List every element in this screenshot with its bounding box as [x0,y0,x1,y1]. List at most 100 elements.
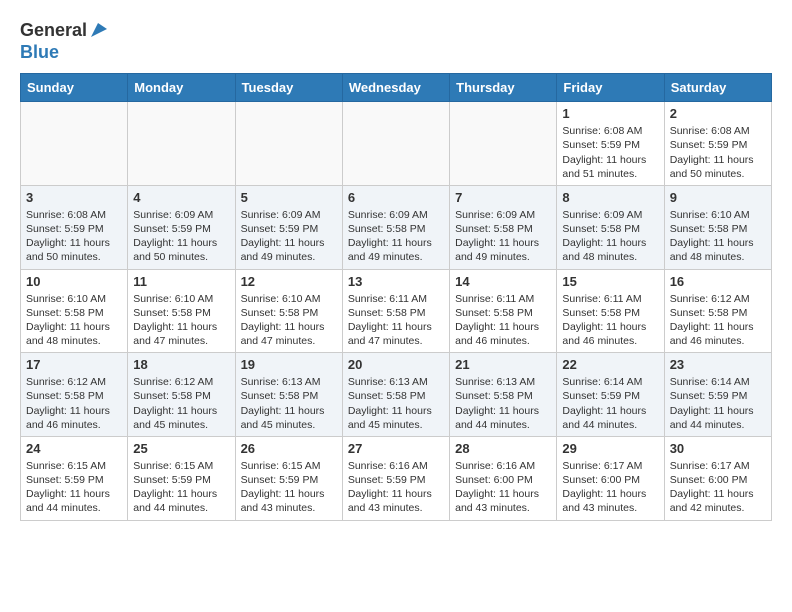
day-info: Sunrise: 6:08 AM Sunset: 5:59 PM Dayligh… [26,208,122,265]
calendar-cell: 20Sunrise: 6:13 AM Sunset: 5:58 PM Dayli… [342,353,449,437]
calendar-cell: 8 Sunrise: 6:09 AM Sunset: 5:58 PM Daylig… [557,185,664,269]
day-number: 1 [562,106,658,121]
logo: General Blue [20,20,107,63]
day-info: Sunrise: 6:15 AM Sunset: 5:59 PM Dayligh… [241,459,337,516]
day-info: Sunrise: 6:10 AM Sunset: 5:58 PM Dayligh… [26,292,122,349]
day-info: Sunrise: 6:09 AM Sunset: 5:58 PM Dayligh… [562,208,658,265]
weekday-header-tuesday: Tuesday [235,74,342,102]
day-number: 18 [133,357,229,372]
weekday-header-sunday: Sunday [21,74,128,102]
day-number: 7 [455,190,551,205]
day-number: 20 [348,357,444,372]
day-number: 13 [348,274,444,289]
day-info: Sunrise: 6:09 AM Sunset: 5:58 PM Dayligh… [348,208,444,265]
day-info: Sunrise: 6:17 AM Sunset: 6:00 PM Dayligh… [670,459,766,516]
calendar-cell: 25 Sunrise: 6:15 AM Sunset: 5:59 PM Dayli… [128,436,235,520]
header: General Blue [20,20,772,63]
calendar-week-row: 3 Sunrise: 6:08 AM Sunset: 5:59 PM Daylig… [21,185,772,269]
calendar-cell: 2 Sunrise: 6:08 AM Sunset: 5:59 PM Daylig… [664,102,771,186]
calendar-cell [342,102,449,186]
calendar-cell [128,102,235,186]
calendar-cell: 19Sunrise: 6:13 AM Sunset: 5:58 PM Dayli… [235,353,342,437]
calendar-cell: 14 Sunrise: 6:11 AM Sunset: 5:58 PM Dayli… [450,269,557,353]
calendar-cell: 26Sunrise: 6:15 AM Sunset: 5:59 PM Dayli… [235,436,342,520]
day-info: Sunrise: 6:10 AM Sunset: 5:58 PM Dayligh… [241,292,337,349]
day-number: 10 [26,274,122,289]
day-info: Sunrise: 6:09 AM Sunset: 5:59 PM Dayligh… [241,208,337,265]
day-info: Sunrise: 6:09 AM Sunset: 5:59 PM Dayligh… [133,208,229,265]
day-info: Sunrise: 6:16 AM Sunset: 5:59 PM Dayligh… [348,459,444,516]
day-info: Sunrise: 6:11 AM Sunset: 5:58 PM Dayligh… [348,292,444,349]
calendar-table: SundayMondayTuesdayWednesdayThursdayFrid… [20,73,772,520]
day-info: Sunrise: 6:11 AM Sunset: 5:58 PM Dayligh… [455,292,551,349]
calendar-cell: 21 Sunrise: 6:13 AM Sunset: 5:58 PM Dayli… [450,353,557,437]
day-info: Sunrise: 6:10 AM Sunset: 5:58 PM Dayligh… [133,292,229,349]
day-number: 15 [562,274,658,289]
day-info: Sunrise: 6:14 AM Sunset: 5:59 PM Dayligh… [670,375,766,432]
day-number: 24 [26,441,122,456]
day-info: Sunrise: 6:08 AM Sunset: 5:59 PM Dayligh… [670,124,766,181]
calendar-cell: 11 Sunrise: 6:10 AM Sunset: 5:58 PM Dayli… [128,269,235,353]
calendar-week-row: 17Sunrise: 6:12 AM Sunset: 5:58 PM Dayli… [21,353,772,437]
day-number: 23 [670,357,766,372]
weekday-header-row: SundayMondayTuesdayWednesdayThursdayFrid… [21,74,772,102]
calendar-cell: 27 Sunrise: 6:16 AM Sunset: 5:59 PM Dayli… [342,436,449,520]
day-number: 2 [670,106,766,121]
day-info: Sunrise: 6:13 AM Sunset: 5:58 PM Dayligh… [455,375,551,432]
calendar-cell: 16 Sunrise: 6:12 AM Sunset: 5:58 PM Dayli… [664,269,771,353]
calendar-cell: 12 Sunrise: 6:10 AM Sunset: 5:58 PM Dayli… [235,269,342,353]
calendar-cell: 22 Sunrise: 6:14 AM Sunset: 5:59 PM Dayli… [557,353,664,437]
day-number: 16 [670,274,766,289]
day-number: 3 [26,190,122,205]
day-info: Sunrise: 6:14 AM Sunset: 5:59 PM Dayligh… [562,375,658,432]
day-number: 5 [241,190,337,205]
day-number: 4 [133,190,229,205]
day-info: Sunrise: 6:10 AM Sunset: 5:58 PM Dayligh… [670,208,766,265]
day-number: 25 [133,441,229,456]
calendar-cell: 29 Sunrise: 6:17 AM Sunset: 6:00 PM Dayli… [557,436,664,520]
calendar-cell: 23 Sunrise: 6:14 AM Sunset: 5:59 PM Dayli… [664,353,771,437]
day-number: 21 [455,357,551,372]
weekday-header-wednesday: Wednesday [342,74,449,102]
day-info: Sunrise: 6:17 AM Sunset: 6:00 PM Dayligh… [562,459,658,516]
logo-bird-icon [89,21,107,39]
day-number: 12 [241,274,337,289]
weekday-header-friday: Friday [557,74,664,102]
day-info: Sunrise: 6:16 AM Sunset: 6:00 PM Dayligh… [455,459,551,516]
calendar-cell: 7 Sunrise: 6:09 AM Sunset: 5:58 PM Daylig… [450,185,557,269]
day-info: Sunrise: 6:15 AM Sunset: 5:59 PM Dayligh… [133,459,229,516]
day-info: Sunrise: 6:09 AM Sunset: 5:58 PM Dayligh… [455,208,551,265]
calendar-cell: 18 Sunrise: 6:12 AM Sunset: 5:58 PM Dayli… [128,353,235,437]
weekday-header-saturday: Saturday [664,74,771,102]
day-number: 11 [133,274,229,289]
day-number: 27 [348,441,444,456]
day-number: 8 [562,190,658,205]
calendar-cell: 30Sunrise: 6:17 AM Sunset: 6:00 PM Dayli… [664,436,771,520]
calendar-week-row: 10 Sunrise: 6:10 AM Sunset: 5:58 PM Dayli… [21,269,772,353]
day-number: 6 [348,190,444,205]
day-info: Sunrise: 6:08 AM Sunset: 5:59 PM Dayligh… [562,124,658,181]
calendar-cell: 13 Sunrise: 6:11 AM Sunset: 5:58 PM Dayli… [342,269,449,353]
weekday-header-monday: Monday [128,74,235,102]
calendar-cell: 28 Sunrise: 6:16 AM Sunset: 6:00 PM Dayli… [450,436,557,520]
calendar-cell: 4 Sunrise: 6:09 AM Sunset: 5:59 PM Daylig… [128,185,235,269]
day-number: 22 [562,357,658,372]
calendar-cell: 15 Sunrise: 6:11 AM Sunset: 5:58 PM Dayli… [557,269,664,353]
calendar-cell: 9 Sunrise: 6:10 AM Sunset: 5:58 PM Daylig… [664,185,771,269]
day-number: 29 [562,441,658,456]
calendar-week-row: 1 Sunrise: 6:08 AM Sunset: 5:59 PM Daylig… [21,102,772,186]
calendar-cell [21,102,128,186]
day-info: Sunrise: 6:15 AM Sunset: 5:59 PM Dayligh… [26,459,122,516]
day-info: Sunrise: 6:12 AM Sunset: 5:58 PM Dayligh… [670,292,766,349]
calendar-cell: 3 Sunrise: 6:08 AM Sunset: 5:59 PM Daylig… [21,185,128,269]
calendar-week-row: 24 Sunrise: 6:15 AM Sunset: 5:59 PM Dayli… [21,436,772,520]
day-info: Sunrise: 6:12 AM Sunset: 5:58 PM Dayligh… [133,375,229,432]
calendar-cell: 17Sunrise: 6:12 AM Sunset: 5:58 PM Dayli… [21,353,128,437]
page: General Blue SundayMondayTuesdayWednesda… [0,0,792,531]
day-number: 9 [670,190,766,205]
day-number: 28 [455,441,551,456]
calendar-cell [450,102,557,186]
day-number: 14 [455,274,551,289]
logo-text: General Blue [20,20,107,63]
day-info: Sunrise: 6:11 AM Sunset: 5:58 PM Dayligh… [562,292,658,349]
